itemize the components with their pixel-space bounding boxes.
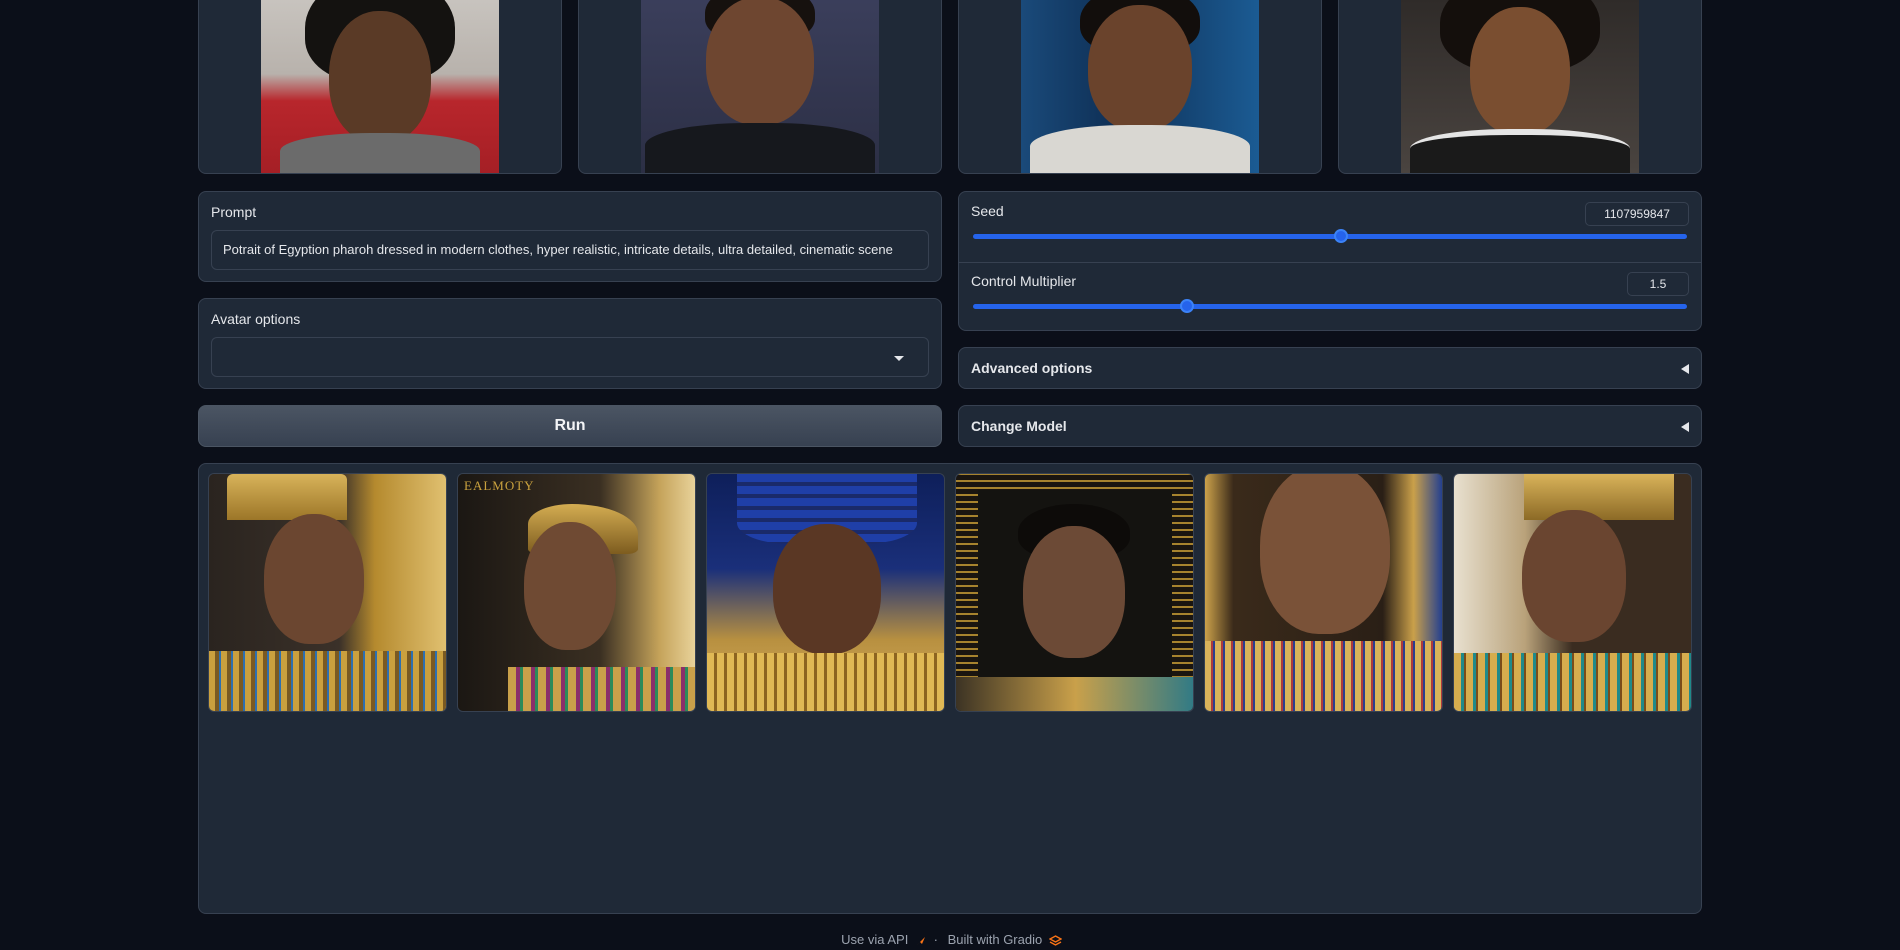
use-via-api-link[interactable]: Use via API	[841, 932, 908, 947]
advanced-options-accordion[interactable]: Advanced options	[958, 347, 1702, 389]
input-image-4	[1401, 0, 1639, 173]
footer-separator: ·	[933, 932, 938, 947]
input-image-2	[641, 0, 879, 173]
prompt-label: Prompt	[211, 204, 257, 220]
chevron-down-icon	[894, 356, 904, 361]
input-image-tile-1[interactable]	[198, 0, 562, 174]
prompt-panel: Prompt Potrait of Egyption pharoh dresse…	[198, 191, 942, 282]
watermark-text: EALMOTY	[464, 478, 535, 493]
output-gallery: EALMOTY	[198, 463, 1702, 914]
seed-slider-handle[interactable]	[1334, 229, 1349, 243]
advanced-options-label: Advanced options	[971, 360, 1093, 376]
rocket-icon	[916, 936, 925, 945]
footer: Use via API · Built with Gradio	[0, 932, 1900, 947]
gallery-image-2[interactable]: EALMOTY	[457, 473, 696, 712]
seed-input[interactable]: 1107959847	[1585, 202, 1689, 226]
seed-label: Seed	[971, 203, 1004, 219]
control-multiplier-slider-track[interactable]	[973, 304, 1687, 309]
input-image-1	[261, 0, 499, 173]
gallery-image-3[interactable]	[706, 473, 945, 712]
run-button[interactable]: Run	[198, 405, 942, 447]
change-model-label: Change Model	[971, 418, 1067, 434]
change-model-accordion[interactable]: Change Model	[958, 405, 1702, 447]
input-image-3	[1021, 0, 1259, 173]
collapse-arrow-icon	[1681, 364, 1689, 374]
input-image-tile-2[interactable]	[578, 0, 942, 174]
gallery-image-4[interactable]	[955, 473, 1194, 712]
gallery-image-6[interactable]	[1453, 473, 1692, 712]
input-image-tile-3[interactable]	[958, 0, 1322, 174]
control-multiplier-slider-handle[interactable]	[1180, 299, 1195, 313]
control-multiplier-input[interactable]: 1.5	[1627, 272, 1689, 296]
avatar-options-dropdown[interactable]	[211, 337, 929, 377]
gallery-image-5[interactable]	[1204, 473, 1443, 712]
sliders-panel: Seed 1107959847 Control Multiplier 1.5	[958, 191, 1702, 331]
avatar-options-panel: Avatar options	[198, 298, 942, 389]
control-multiplier-label: Control Multiplier	[971, 273, 1077, 289]
input-image-tile-4[interactable]	[1338, 0, 1702, 174]
gallery-image-1[interactable]	[208, 473, 447, 712]
prompt-input[interactable]: Potrait of Egyption pharoh dressed in mo…	[211, 230, 929, 270]
built-with-gradio-link[interactable]: Built with Gradio	[948, 932, 1043, 947]
gradio-logo-icon	[1048, 934, 1062, 946]
seed-slider-track[interactable]	[973, 234, 1687, 239]
collapse-arrow-icon	[1681, 422, 1689, 432]
slider-divider	[959, 262, 1701, 263]
avatar-options-label: Avatar options	[211, 311, 301, 327]
